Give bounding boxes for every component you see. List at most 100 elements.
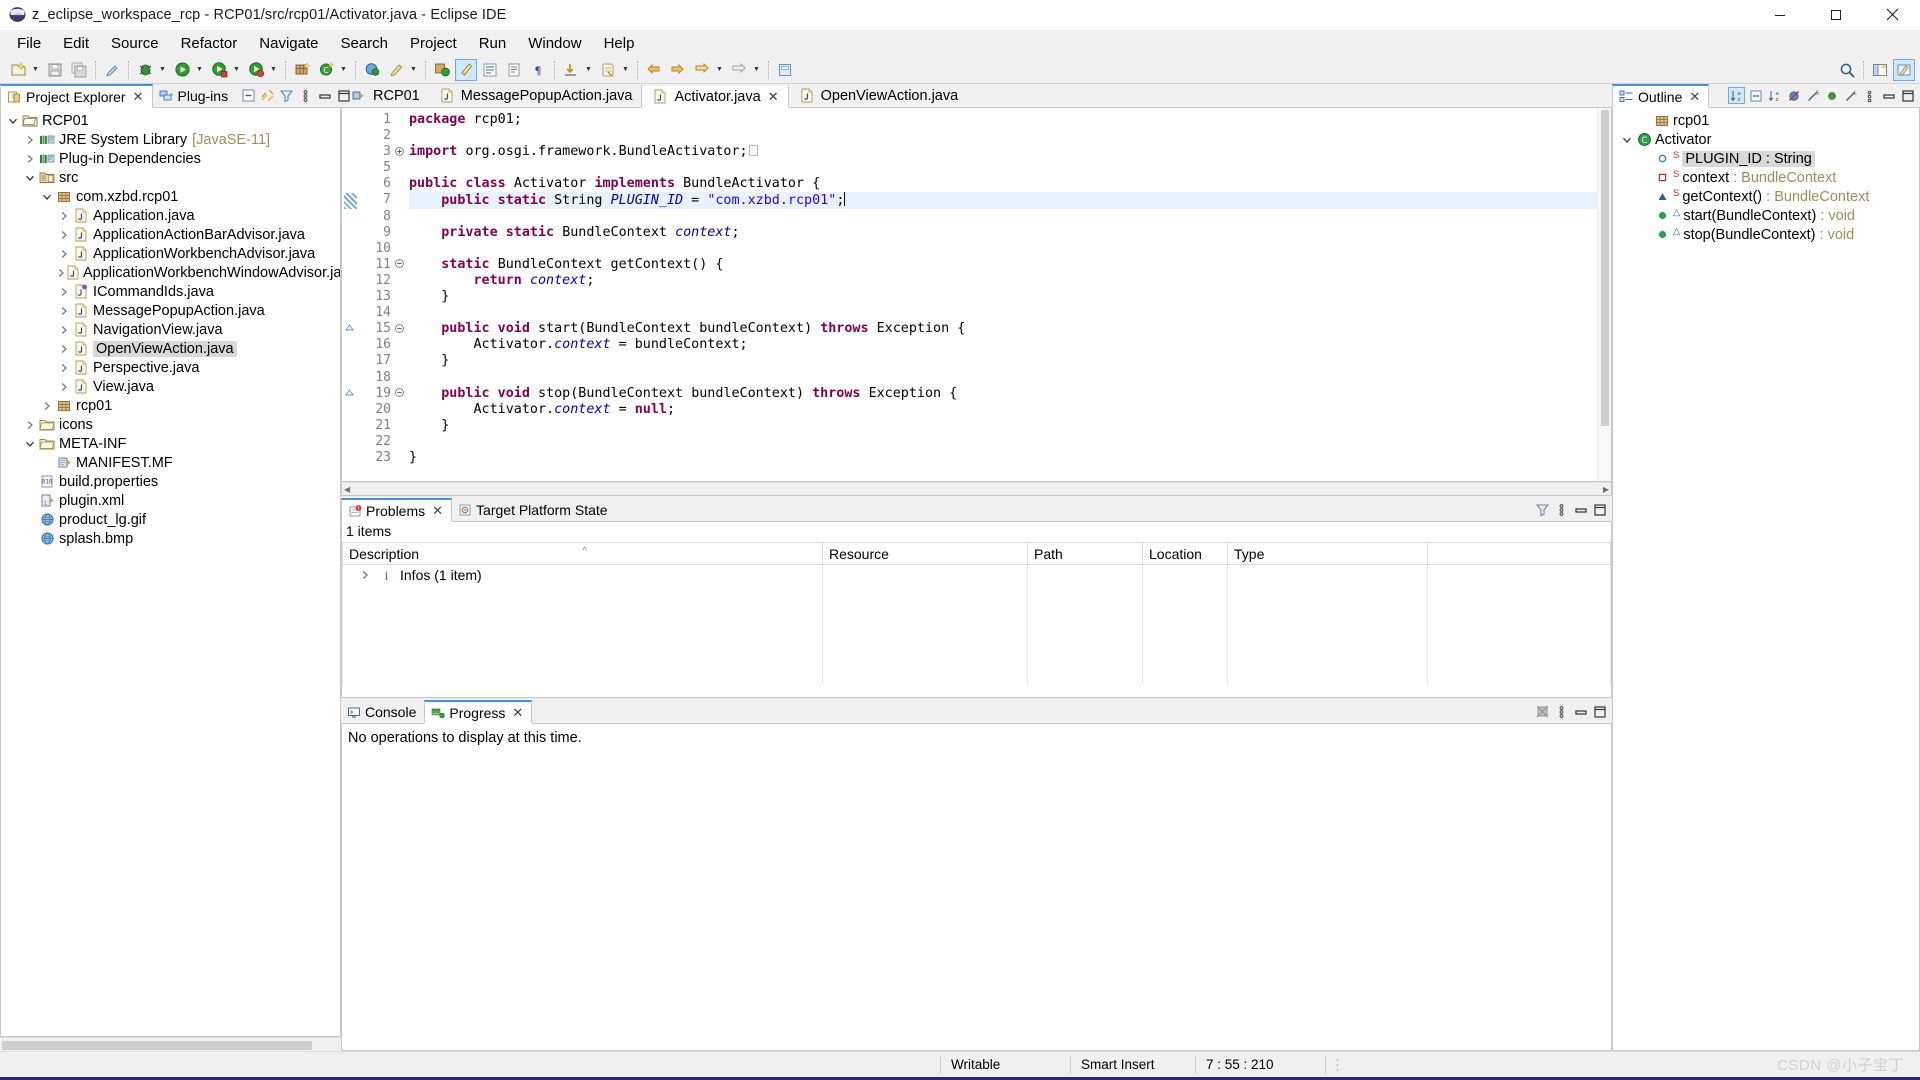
code-line[interactable] [409,160,1597,176]
minimize-button[interactable] [1752,0,1808,30]
debug-dropdown-arrow[interactable]: ▼ [157,59,168,81]
code-line[interactable] [409,370,1597,386]
menu-help[interactable]: Help [593,33,646,54]
expand-arrow-right-icon[interactable] [56,265,66,281]
hide-local-types-icon[interactable]: L [1842,87,1859,104]
code-line[interactable]: private static BundleContext context; [409,225,1597,241]
tab-outline[interactable]: Outline ✕ [1612,84,1710,108]
expand-arrow-right-icon[interactable] [56,284,72,300]
outline-toggle-icon[interactable] [479,59,501,81]
view-menu-icon[interactable] [1553,703,1570,720]
code-line[interactable]: package rcp01; [409,112,1597,128]
tab-target-platform-state[interactable]: Target Platform State [452,498,616,522]
sort-alpha-icon[interactable]: a z [1766,87,1783,104]
outline-item-context[interactable]: Scontext : BundleContext [1613,168,1919,187]
editor-horizontal-scrollbar[interactable]: ◀ ▶ [341,482,1612,496]
tree-item-rcp01[interactable]: RCP01 [1,111,340,130]
fold-collapse-icon[interactable] [394,388,404,398]
minimize-icon[interactable] [1572,703,1589,720]
previous-annotation-icon[interactable] [691,59,713,81]
launch-history-icon[interactable] [431,59,453,81]
tab-plugins[interactable]: Plug-ins [152,84,237,108]
quick-access-search-icon[interactable] [1836,59,1858,81]
editor-area[interactable]: 1 2 3 5 6 7 8 9 10 11 12 13 14 15 16 17 18 19 20 21 22 23 pac… [341,108,1612,482]
column-path[interactable]: Path [1027,542,1143,565]
expand-arrow-down-icon[interactable] [39,189,55,205]
tree-item-messagepopupaction-java[interactable]: MessagePopupAction.java [1,301,340,320]
editor-tab-openviewaction-java[interactable]: OpenViewAction.java [788,84,968,108]
expand-arrow-right-icon[interactable] [357,567,373,583]
save-icon[interactable] [44,59,66,81]
search-reference-dropdown-arrow[interactable]: ▼ [620,59,631,81]
expand-arrow-down-icon[interactable] [22,170,38,186]
code-line[interactable]: Activator.context = bundleContext; [409,337,1597,353]
problem-description-cell[interactable]: i Infos (1 item) [342,564,823,585]
menu-edit[interactable]: Edit [52,33,100,54]
properties-icon[interactable] [503,59,525,81]
open-type-icon[interactable] [361,59,383,81]
run-dropdown-arrow[interactable]: ▼ [194,59,205,81]
code-line[interactable]: } [409,418,1597,434]
tree-item-icons[interactable]: icons [1,415,340,434]
annotation-ruler[interactable] [342,108,359,481]
code-line[interactable] [409,128,1597,144]
hide-static-icon[interactable]: S [1804,87,1821,104]
expand-arrow-right-icon[interactable] [56,379,72,395]
new-java-class-icon[interactable]: C [315,59,337,81]
maximize-icon[interactable] [1591,501,1608,518]
tree-item-navigationview-java[interactable]: NavigationView.java [1,320,340,339]
menu-navigate[interactable]: Navigate [248,33,329,54]
maximize-icon[interactable] [1899,87,1916,104]
code-line[interactable]: } [409,289,1597,305]
tree-item-applicationworkbenchwindowadvisor-java[interactable]: ApplicationWorkbenchWindowAdvisor.java [1,263,340,282]
column-description[interactable]: ^ Description [342,542,823,565]
code-line[interactable]: return context; [409,273,1597,289]
expand-arrow-right-icon[interactable] [56,322,72,338]
hide-fields-icon[interactable] [1785,87,1802,104]
minimize-icon[interactable] [1572,501,1589,518]
code-line[interactable] [409,241,1597,257]
code-line[interactable]: } [409,353,1597,369]
project-tree[interactable]: RCP01 JRE System Library [JavaSE-11] Plug-i… [1,108,340,548]
view-menu-icon[interactable] [1861,87,1878,104]
code-line[interactable]: public void start(BundleContext bundleCo… [409,321,1597,337]
java-perspective-icon[interactable] [455,58,477,81]
view-menu-icon[interactable] [297,87,314,104]
tab-problems-close-icon[interactable]: ✕ [432,503,443,519]
table-row[interactable]: i Infos (1 item) [342,564,1611,585]
fold-collapse-icon[interactable] [394,323,404,333]
outline-tree[interactable]: rcp01 C Activator S PLUGIN_ID : String Sconte… [1613,108,1919,244]
tree-item-openviewaction-java[interactable]: OpenViewAction.java [1,339,340,358]
code-line[interactable]: import org.osgi.framework.BundleActivato… [409,144,1597,160]
pin-editor-icon[interactable] [774,59,796,81]
maximize-icon[interactable] [335,87,352,104]
new-java-class-dropdown-arrow[interactable]: ▼ [338,59,349,81]
scroll-right-arrow-icon[interactable]: ▶ [1603,485,1609,494]
menu-search[interactable]: Search [329,33,399,54]
editor-tab-activator-java[interactable]: Activator.java ✕ [641,84,789,108]
folding-ruler[interactable] [393,108,405,481]
tree-item-com-xzbd-rcp01[interactable]: com.xzbd.rcp01 [1,187,340,206]
outline-item-rcp01[interactable]: rcp01 [1613,111,1919,130]
minimize-icon[interactable] [316,87,333,104]
tab-problems[interactable]: Problems ✕ [341,498,453,522]
expand-arrow-right-icon[interactable] [56,341,72,357]
back-icon[interactable] [643,59,665,81]
expand-arrow-right-icon[interactable] [39,398,55,414]
collapse-all-icon[interactable] [240,87,257,104]
collapse-all-icon[interactable] [1747,87,1764,104]
stop-all-icon[interactable] [1534,703,1551,720]
outline-item-activator[interactable]: C Activator [1613,130,1919,149]
code-line[interactable]: public void stop(BundleContext bundleCon… [409,386,1597,402]
outline-item-start-bundlecontext-[interactable]: △ start(BundleContext) : void [1613,206,1919,225]
download-icon[interactable] [560,59,582,81]
download-dropdown-arrow[interactable]: ▼ [583,59,594,81]
expand-arrow-right-icon[interactable] [56,360,72,376]
tree-item-application-java[interactable]: Application.java [1,206,340,225]
minimize-icon[interactable] [1880,87,1897,104]
new-wizard-dropdown-arrow[interactable]: ▼ [30,59,41,81]
menu-run[interactable]: Run [468,33,518,54]
debug-icon[interactable] [134,59,156,81]
menu-file[interactable]: File [6,33,52,54]
maximize-button[interactable] [1808,0,1864,30]
